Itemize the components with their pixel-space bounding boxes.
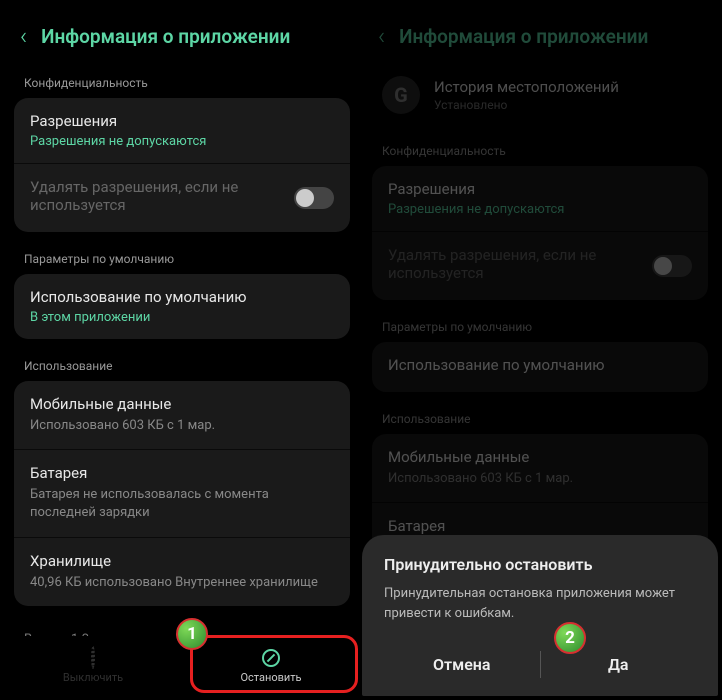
section-privacy-label: Конфиденциальность	[362, 132, 718, 166]
section-privacy-label: Конфиденциальность	[4, 64, 360, 98]
back-icon[interactable]: ‹	[20, 22, 27, 50]
default-usage-row[interactable]: Использование по умолчанию В этом прилож…	[14, 274, 350, 339]
battery-row[interactable]: Батарея Батарея не использовалась с моме…	[14, 449, 350, 536]
card-usage: Мобильные данные Использовано 603 КБ с 1…	[14, 381, 350, 606]
toggle-switch	[652, 255, 692, 277]
section-defaults-label: Параметры по умолчанию	[362, 308, 718, 342]
header: ‹ Информация о приложении	[362, 4, 718, 64]
back-icon: ‹	[378, 22, 385, 50]
dotted-circle-icon	[91, 648, 95, 667]
step-badge-1: 1	[176, 618, 208, 650]
section-usage-label: Использование	[362, 400, 718, 434]
permissions-row[interactable]: Разрешения Разрешения не допускаются	[14, 98, 350, 163]
default-usage-row: Использование по умолчанию	[372, 342, 708, 392]
dialog-title: Принудительно остановить	[384, 555, 696, 574]
dialog-actions: Отмена Да	[384, 641, 696, 688]
app-icon: G	[382, 76, 420, 114]
force-stop-dialog: Принудительно остановить Принудительная …	[362, 535, 718, 696]
card-defaults: Использование по умолчанию	[372, 342, 708, 392]
screen-2: ‹ Информация о приложении G История мест…	[362, 4, 718, 696]
step-badge-2: 2	[554, 622, 586, 654]
permissions-row: Разрешения Разрешения не допускаются	[372, 166, 708, 231]
card-privacy: Разрешения Разрешения не допускаются Уда…	[14, 98, 350, 232]
screen-1: ‹ Информация о приложении Конфиденциальн…	[4, 4, 360, 696]
section-defaults-label: Параметры по умолчанию	[4, 240, 360, 274]
app-status: Установлено	[434, 98, 619, 112]
card-defaults: Использование по умолчанию В этом прилож…	[14, 274, 350, 339]
app-row: G История местоположений Установлено	[362, 64, 718, 132]
mobile-data-row[interactable]: Мобильные данные Использовано 603 КБ с 1…	[14, 381, 350, 449]
dimmed-backdrop: ‹ Информация о приложении G История мест…	[362, 4, 718, 590]
page-title: Информация о приложении	[41, 25, 290, 48]
section-usage-label: Использование	[4, 347, 360, 381]
auto-remove-permissions-row: Удалять разрешения, если не используется	[372, 231, 708, 300]
page-title: Информация о приложении	[399, 25, 648, 48]
header: ‹ Информация о приложении	[4, 4, 360, 64]
mobile-data-row: Мобильные данные Использовано 603 КБ с 1…	[372, 434, 708, 502]
disable-button: Выключить	[4, 636, 182, 696]
dialog-text: Принудительная остановка приложения може…	[384, 584, 696, 623]
cancel-button[interactable]: Отмена	[384, 641, 540, 688]
card-privacy: Разрешения Разрешения не допускаются Уда…	[372, 166, 708, 300]
storage-row[interactable]: Хранилище 40,96 КБ использовано Внутренн…	[14, 537, 350, 606]
auto-remove-permissions-row[interactable]: Удалять разрешения, если не используется	[14, 163, 350, 232]
toggle-switch[interactable]	[294, 187, 334, 209]
force-stop-button[interactable]: Остановить	[182, 636, 360, 696]
app-name: История местоположений	[434, 78, 619, 96]
stop-icon	[262, 649, 280, 667]
